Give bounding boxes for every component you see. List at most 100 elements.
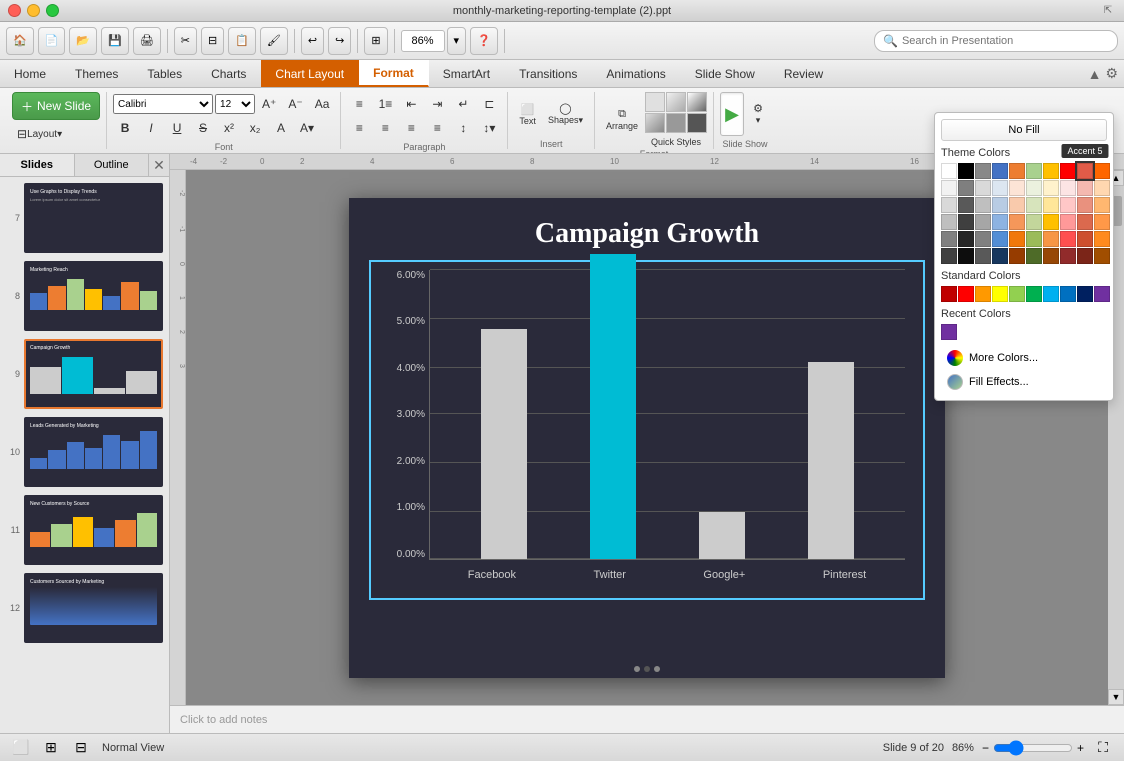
slide-thumb-12[interactable]: Customers Sourced by Marketing — [24, 573, 163, 643]
font-size-down-btn[interactable]: A⁻ — [283, 92, 307, 116]
theme-color-56[interactable] — [1043, 248, 1059, 264]
rtl-btn[interactable]: ↵ — [451, 92, 475, 116]
print-btn[interactable]: 🖨 — [133, 27, 161, 55]
view-outline-icon[interactable]: ⊞ — [40, 737, 62, 759]
play-btn[interactable]: ▶ — [720, 92, 744, 136]
zoom-input[interactable]: 86% — [401, 30, 445, 52]
slide-thumb-7[interactable]: Use Graphs to Display Trends Lorem ipsum… — [24, 183, 163, 253]
theme-color-13[interactable] — [992, 180, 1008, 196]
theme-color-51[interactable] — [958, 248, 974, 264]
theme-color-25[interactable] — [1026, 197, 1042, 213]
theme-color-10[interactable] — [941, 180, 957, 196]
para-spacing-btn[interactable]: ↕▾ — [477, 116, 501, 140]
theme-color-40[interactable] — [941, 231, 957, 247]
slide-thumb-10[interactable]: Leads Generated by Marketing — [24, 417, 163, 487]
theme-color-47[interactable] — [1060, 231, 1076, 247]
theme-color-41[interactable] — [958, 231, 974, 247]
fullscreen-icon[interactable]: ⛶ — [1092, 737, 1114, 759]
copy-btn[interactable]: ⊟ — [201, 27, 224, 55]
theme-color-15[interactable] — [1026, 180, 1042, 196]
theme-color-58[interactable] — [1077, 248, 1093, 264]
theme-color-45[interactable] — [1026, 231, 1042, 247]
style-swatch-2[interactable] — [666, 92, 686, 112]
theme-color-46[interactable] — [1043, 231, 1059, 247]
new-slide-btn[interactable]: ＋ New Slide — [12, 92, 100, 120]
theme-color-33[interactable] — [992, 214, 1008, 230]
theme-color-29[interactable] — [1094, 197, 1110, 213]
paste-btn[interactable]: 📋 — [228, 27, 256, 55]
underline-btn[interactable]: U — [165, 116, 189, 140]
std-color-0[interactable] — [941, 286, 957, 302]
std-color-5[interactable] — [1026, 286, 1042, 302]
font-family-select[interactable]: Calibri — [113, 94, 213, 114]
theme-color-59[interactable] — [1094, 248, 1110, 264]
theme-color-8[interactable]: Accent 5 — [1077, 163, 1093, 179]
tab-slides[interactable]: Slides — [0, 154, 75, 176]
tab-slide-show[interactable]: Slide Show — [681, 60, 770, 87]
theme-color-2[interactable] — [975, 163, 991, 179]
no-fill-btn[interactable]: No Fill — [941, 119, 1107, 141]
style-swatch-6[interactable] — [687, 113, 707, 133]
theme-color-18[interactable] — [1077, 180, 1093, 196]
slide-item-9[interactable]: 9 Campaign Growth — [4, 337, 165, 411]
theme-color-20[interactable] — [941, 197, 957, 213]
theme-color-9[interactable] — [1094, 163, 1110, 179]
superscript-btn[interactable]: x² — [217, 116, 241, 140]
undo-btn[interactable]: ↩ — [301, 27, 324, 55]
recent-color-0[interactable] — [941, 324, 957, 340]
theme-color-19[interactable] — [1094, 180, 1110, 196]
notes-area[interactable]: Click to add notes — [170, 705, 1124, 733]
line-spacing-btn[interactable]: ↕ — [451, 116, 475, 140]
theme-color-49[interactable] — [1094, 231, 1110, 247]
cut-btn[interactable]: ✂ — [174, 27, 197, 55]
tab-smartart[interactable]: SmartArt — [429, 60, 505, 87]
theme-color-39[interactable] — [1094, 214, 1110, 230]
arrange-btn[interactable]: ⧉ Arrange — [601, 98, 643, 142]
slide-thumb-8[interactable]: Marketing Reach — [24, 261, 163, 331]
help-btn[interactable]: ❓ — [470, 27, 498, 55]
tab-review[interactable]: Review — [770, 60, 838, 87]
theme-color-31[interactable] — [958, 214, 974, 230]
columns-btn[interactable]: ⊏ — [477, 92, 501, 116]
slide-item-7[interactable]: 7 Use Graphs to Display Trends Lorem ips… — [4, 181, 165, 255]
layout-btn[interactable]: ⊟ Layout▾ — [12, 122, 67, 146]
theme-color-22[interactable] — [975, 197, 991, 213]
slide-item-10[interactable]: 10 Leads Generated by Marketing — [4, 415, 165, 489]
redo-btn[interactable]: ↪ — [328, 27, 351, 55]
theme-color-55[interactable] — [1026, 248, 1042, 264]
zoom-plus-icon[interactable]: + — [1077, 741, 1084, 755]
theme-color-24[interactable] — [1009, 197, 1025, 213]
theme-color-17[interactable] — [1060, 180, 1076, 196]
close-btn[interactable] — [8, 4, 21, 17]
theme-color-0[interactable] — [941, 163, 957, 179]
collapse-btn[interactable]: ⇱ — [1100, 3, 1116, 19]
tab-themes[interactable]: Themes — [61, 60, 133, 87]
save-btn[interactable]: 💾 — [101, 27, 129, 55]
theme-color-30[interactable] — [941, 214, 957, 230]
align-right-btn[interactable]: ≡ — [399, 116, 423, 140]
text-box-btn[interactable]: ⬜ Text — [514, 92, 541, 136]
align-center-btn[interactable]: ≡ — [373, 116, 397, 140]
slide-thumb-9[interactable]: Campaign Growth — [24, 339, 163, 409]
theme-color-14[interactable] — [1009, 180, 1025, 196]
slide-thumb-11[interactable]: New Customers by Source — [24, 495, 163, 565]
tab-animations[interactable]: Animations — [592, 60, 680, 87]
std-color-8[interactable] — [1077, 286, 1093, 302]
indent-btn[interactable]: ⇥ — [425, 92, 449, 116]
shapes-btn[interactable]: ◯ Shapes▾ — [543, 92, 588, 136]
theme-color-1[interactable] — [958, 163, 974, 179]
subscript-btn[interactable]: x₂ — [243, 116, 267, 140]
theme-color-54[interactable] — [1009, 248, 1025, 264]
theme-color-48[interactable] — [1077, 231, 1093, 247]
theme-color-53[interactable] — [992, 248, 1008, 264]
tab-charts[interactable]: Charts — [197, 60, 261, 87]
theme-color-12[interactable] — [975, 180, 991, 196]
view-normal-icon[interactable]: ⬜ — [10, 737, 32, 759]
tab-chart-layout[interactable]: Chart Layout — [261, 60, 359, 87]
zoom-range-input[interactable] — [993, 740, 1073, 756]
theme-color-3[interactable] — [992, 163, 1008, 179]
clear-format-btn[interactable]: Aa — [310, 92, 335, 116]
font-size-select[interactable]: 12 — [215, 94, 255, 114]
bar-google-rect[interactable] — [699, 512, 745, 559]
std-color-6[interactable] — [1043, 286, 1059, 302]
